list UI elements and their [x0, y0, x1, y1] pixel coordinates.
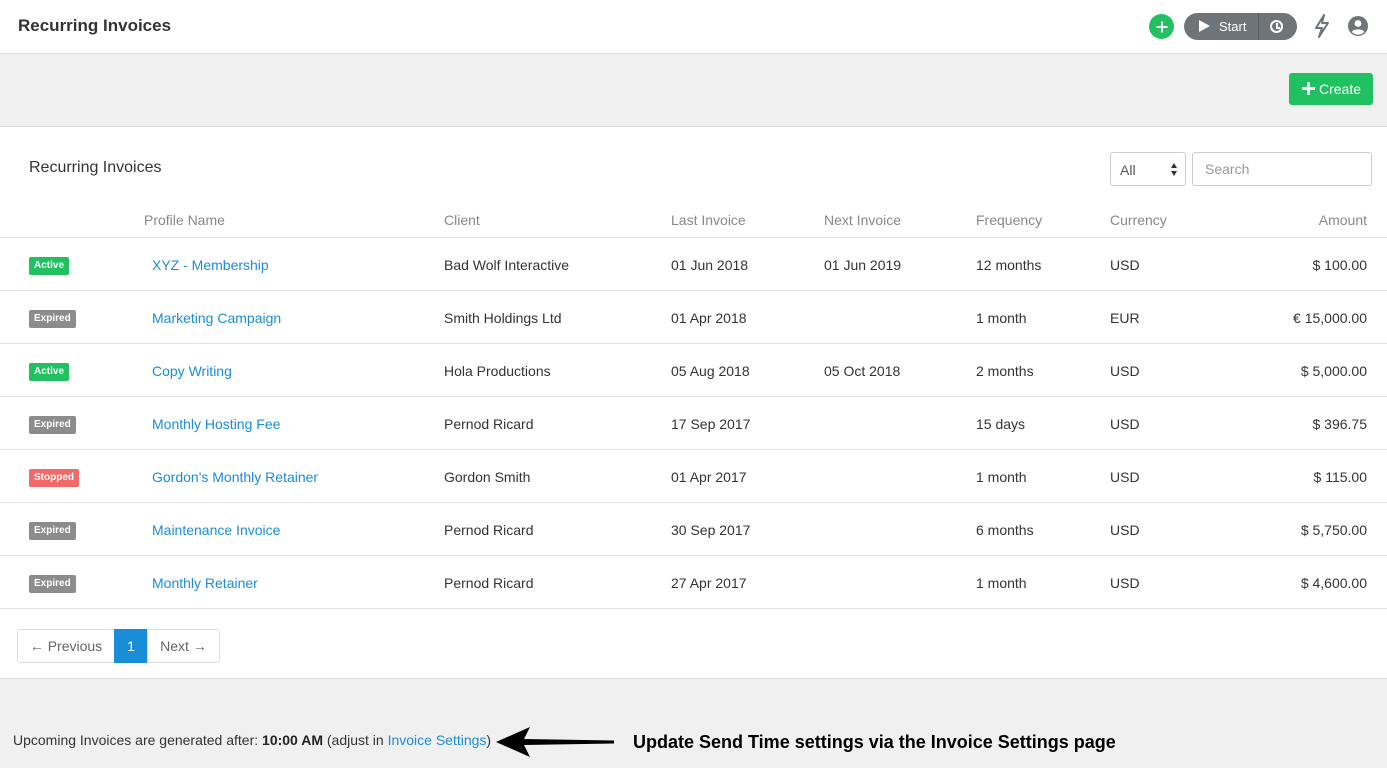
amount-cell: $ 396.75 [1312, 416, 1368, 432]
currency-cell: USD [1110, 575, 1140, 591]
currency-cell: USD [1110, 363, 1140, 379]
status-badge: Active [29, 363, 70, 381]
currency-cell: USD [1110, 257, 1140, 273]
status-badge: Stopped [29, 469, 79, 487]
table-row[interactable]: Expired Monthly Hosting Fee Pernod Ricar… [0, 397, 1387, 450]
last-invoice-cell: 30 Sep 2017 [671, 522, 751, 538]
frequency-cell: 6 months [976, 522, 1034, 538]
timer-divider [1258, 13, 1259, 40]
table-row[interactable]: Expired Maintenance Invoice Pernod Ricar… [0, 503, 1387, 556]
column-header-profile-name[interactable]: Profile Name [144, 212, 225, 228]
status-badge: Active [29, 257, 70, 275]
currency-cell: USD [1110, 416, 1140, 432]
column-header-last-invoice[interactable]: Last Invoice [671, 212, 746, 228]
create-button[interactable]: Create [1289, 73, 1373, 105]
profile-name-link[interactable]: Copy Writing [152, 363, 232, 379]
adjust-suffix: ) [486, 732, 492, 748]
amount-cell: $ 115.00 [1313, 469, 1367, 485]
previous-page-button[interactable]: ← Previous [17, 629, 115, 663]
annotation-callout: Update Send Time settings via the Invoic… [633, 732, 1116, 752]
profile-name-link[interactable]: Marketing Campaign [152, 310, 281, 326]
status-badge: Expired [29, 416, 76, 434]
send-time-value: 10:00 AM [262, 732, 323, 748]
profile-name-link[interactable]: Maintenance Invoice [152, 522, 280, 538]
last-invoice-cell: 01 Apr 2017 [671, 469, 747, 485]
amount-cell: $ 5,750.00 [1300, 522, 1367, 538]
frequency-cell: 1 month [976, 310, 1027, 326]
amount-cell: $ 4,600.00 [1300, 575, 1367, 591]
frequency-cell: 2 months [976, 363, 1034, 379]
column-header-amount[interactable]: Amount [1319, 212, 1367, 228]
plus-icon [1302, 82, 1315, 95]
create-button-label: Create [1319, 81, 1362, 97]
page-1-button[interactable]: 1 [114, 629, 148, 663]
invoice-settings-link[interactable]: Invoice Settings [388, 732, 487, 748]
amount-cell: $ 100.00 [1312, 257, 1368, 273]
frequency-cell: 1 month [976, 575, 1027, 591]
table-row[interactable]: Stopped Gordon's Monthly Retainer Gordon… [0, 450, 1387, 503]
plus-circle-icon[interactable] [1149, 14, 1174, 39]
action-toolbar: Create [0, 54, 1387, 127]
currency-cell: USD [1110, 522, 1140, 538]
note-prefix: Upcoming Invoices are generated after: [13, 732, 263, 748]
client-cell: Bad Wolf Interactive [444, 257, 570, 273]
frequency-cell: 15 days [976, 416, 1026, 432]
next-page-button[interactable]: Next → [147, 629, 220, 663]
next-invoice-cell: 05 Oct 2018 [824, 363, 901, 379]
table-row[interactable]: Expired Monthly Retainer Pernod Ricard 2… [0, 556, 1387, 609]
profile-name-link[interactable]: Monthly Hosting Fee [152, 416, 280, 432]
last-invoice-cell: 17 Sep 2017 [671, 416, 751, 432]
clock-icon[interactable] [1270, 20, 1283, 33]
frequency-cell: 12 months [976, 257, 1042, 273]
select-arrows-icon [1171, 163, 1178, 177]
play-icon [1199, 20, 1210, 32]
column-header-client[interactable]: Client [444, 212, 480, 228]
annotation-arrow-icon [496, 727, 614, 757]
table-row[interactable]: Active Copy Writing Hola Productions 05 … [0, 344, 1387, 397]
send-time-note: Upcoming Invoices are generated after: 1… [13, 732, 491, 748]
profile-name-link[interactable]: Gordon's Monthly Retainer [152, 469, 318, 485]
column-header-next-invoice[interactable]: Next Invoice [824, 212, 901, 228]
last-invoice-cell: 01 Jun 2018 [671, 257, 749, 273]
profile-name-link[interactable]: XYZ - Membership [152, 257, 269, 273]
column-header-frequency[interactable]: Frequency [976, 212, 1042, 228]
client-cell: Hola Productions [444, 363, 551, 379]
last-invoice-cell: 27 Apr 2017 [671, 575, 747, 591]
page-title: Recurring Invoices [18, 16, 172, 35]
client-cell: Pernod Ricard [444, 522, 534, 538]
table-row[interactable]: Active XYZ - Membership Bad Wolf Interac… [0, 238, 1387, 291]
profile-name-link[interactable]: Monthly Retainer [152, 575, 258, 591]
frequency-cell: 1 month [976, 469, 1027, 485]
last-invoice-cell: 01 Apr 2018 [671, 310, 747, 326]
status-badge: Expired [29, 522, 76, 540]
currency-cell: EUR [1110, 310, 1140, 326]
last-invoice-cell: 05 Aug 2018 [671, 363, 750, 379]
timer-start-label: Start [1219, 19, 1247, 34]
timer-start-button[interactable]: Start [1184, 13, 1258, 40]
amount-cell: $ 5,000.00 [1300, 363, 1367, 379]
client-cell: Gordon Smith [444, 469, 531, 485]
client-cell: Pernod Ricard [444, 575, 534, 591]
currency-cell: USD [1110, 469, 1140, 485]
adjust-prefix: (adjust in [322, 732, 388, 748]
status-badge: Expired [29, 575, 76, 593]
amount-cell: € 15,000.00 [1293, 310, 1367, 326]
invoices-panel: Recurring Invoices All Profile Name Clie… [0, 127, 1387, 679]
status-badge: Expired [29, 310, 76, 328]
column-header-currency[interactable]: Currency [1110, 212, 1167, 228]
bolt-icon[interactable] [1313, 14, 1331, 38]
top-bar: Recurring Invoices Start [0, 0, 1387, 54]
status-filter-select[interactable]: All [1110, 152, 1186, 186]
client-cell: Pernod Ricard [444, 416, 534, 432]
user-icon[interactable] [1348, 16, 1368, 36]
search-input[interactable] [1192, 152, 1372, 186]
next-invoice-cell: 01 Jun 2019 [824, 257, 902, 273]
table-row[interactable]: Expired Marketing Campaign Smith Holding… [0, 291, 1387, 344]
status-filter-value: All [1120, 162, 1136, 178]
timer-group: Start [1184, 13, 1297, 40]
client-cell: Smith Holdings Ltd [444, 310, 562, 326]
panel-title: Recurring Invoices [29, 159, 162, 176]
